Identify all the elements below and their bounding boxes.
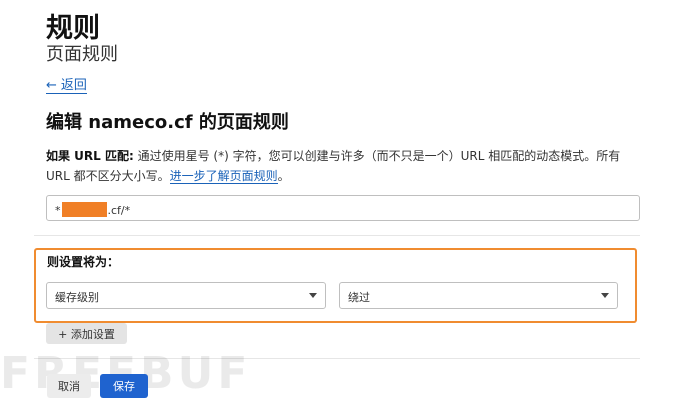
url-pattern-input[interactable]: * .cf/* [46, 195, 640, 221]
redaction-mark [61, 202, 107, 217]
arrow-left-icon: ← [46, 78, 57, 93]
divider [34, 235, 640, 236]
learn-more-link[interactable]: 进一步了解页面规则 [169, 169, 278, 184]
cancel-button[interactable]: 取消 [47, 374, 91, 398]
back-link[interactable]: ← 返回 [46, 78, 87, 94]
add-setting-button[interactable]: + 添加设置 [46, 323, 127, 344]
settings-label: 则设置将为： [47, 255, 120, 269]
setting-select[interactable]: 缓存级别 [46, 282, 326, 309]
url-match-description: 如果 URL 匹配: 通过使用星号 (*) 字符，您可以创建与许多（而不只是一个… [46, 146, 646, 186]
setting-value-select[interactable]: 绕过 [339, 282, 618, 309]
edit-rule-heading: 编辑 nameco.cf 的页面规则 [46, 112, 289, 133]
page-subtitle: 页面规则 [46, 44, 118, 65]
setting-value-select-value: 绕过 [348, 291, 370, 304]
save-button[interactable]: 保存 [100, 374, 148, 398]
url-match-label: 如果 URL 匹配: [46, 149, 134, 163]
setting-select-value: 缓存级别 [55, 291, 99, 304]
url-pattern-prefix: * [55, 204, 61, 217]
chevron-down-icon [309, 293, 317, 298]
url-pattern-suffix: .cf/* [107, 204, 131, 217]
desc-end: 。 [277, 169, 290, 183]
back-link-label: 返回 [60, 78, 87, 93]
chevron-down-icon [601, 293, 609, 298]
